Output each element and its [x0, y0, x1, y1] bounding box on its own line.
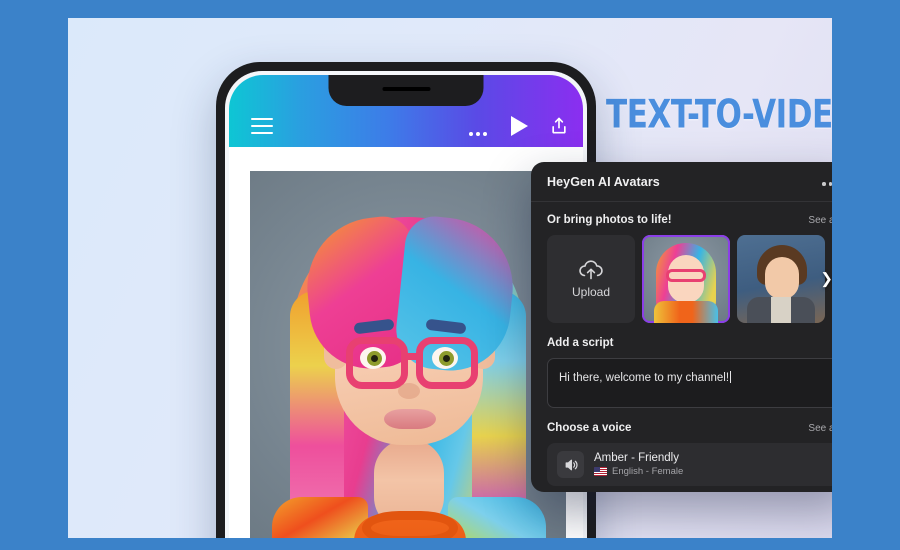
upload-label: Upload [571, 284, 611, 299]
voice-section-header: Choose a voice See all [547, 422, 832, 434]
avatar-thumbnail-boy[interactable] [737, 235, 825, 323]
script-section-label: Add a script [547, 337, 614, 349]
voice-details: Amber - Friendly English - Female [594, 452, 683, 477]
script-section-header: Add a script [547, 337, 832, 349]
phone-screen [229, 75, 583, 538]
panel-title: HeyGen AI Avatars [547, 174, 660, 189]
photos-section-label: Or bring photos to life! [547, 214, 672, 226]
screenshot-stage: TEXT-TO-VIDEO [0, 0, 900, 550]
phone-notch [328, 75, 484, 106]
more-options-icon[interactable] [469, 123, 491, 136]
voice-section-label: Choose a voice [547, 422, 632, 434]
photos-section-header: Or bring photos to life! See all [547, 214, 832, 226]
share-upload-icon[interactable] [549, 116, 569, 136]
voice-see-all-link[interactable]: See all [808, 423, 832, 434]
avatar-photo [250, 171, 566, 538]
panel-header: HeyGen AI Avatars [531, 162, 832, 202]
page-title: TEXT-TO-VIDEO [606, 91, 832, 138]
voice-name: Amber - Friendly [594, 452, 679, 464]
us-flag-icon [594, 467, 607, 476]
play-icon[interactable] [511, 116, 528, 136]
more-options-icon[interactable] [819, 173, 832, 191]
avatar-thumbnail-rainbow-girl[interactable] [642, 235, 730, 323]
phone-speaker [382, 87, 430, 91]
photos-see-all-link[interactable]: See all [808, 215, 832, 226]
script-input[interactable]: Hi there, welcome to my channel! [547, 358, 832, 408]
script-value: Hi there, welcome to my channel! [559, 372, 730, 384]
speaker-volume-icon [557, 451, 584, 478]
avatar-thumbnail-list: Upload ❯ [547, 235, 832, 323]
promo-card: TEXT-TO-VIDEO [68, 18, 832, 538]
cloud-upload-icon [578, 259, 604, 280]
chevron-right-icon[interactable]: ❯ [820, 272, 832, 287]
upload-button[interactable]: Upload [547, 235, 635, 323]
panel-body: Or bring photos to life! See all Upload [531, 202, 832, 486]
heygen-panel: HeyGen AI Avatars Or bring photos to lif… [531, 162, 832, 492]
app-toolbar-icons [229, 115, 583, 145]
voice-meta-text: English - Female [612, 466, 684, 477]
text-caret [730, 371, 732, 383]
voice-meta-row: English - Female [594, 466, 683, 477]
hamburger-menu-icon[interactable] [251, 118, 273, 134]
voice-option-row[interactable]: Amber - Friendly English - Female [547, 443, 832, 486]
